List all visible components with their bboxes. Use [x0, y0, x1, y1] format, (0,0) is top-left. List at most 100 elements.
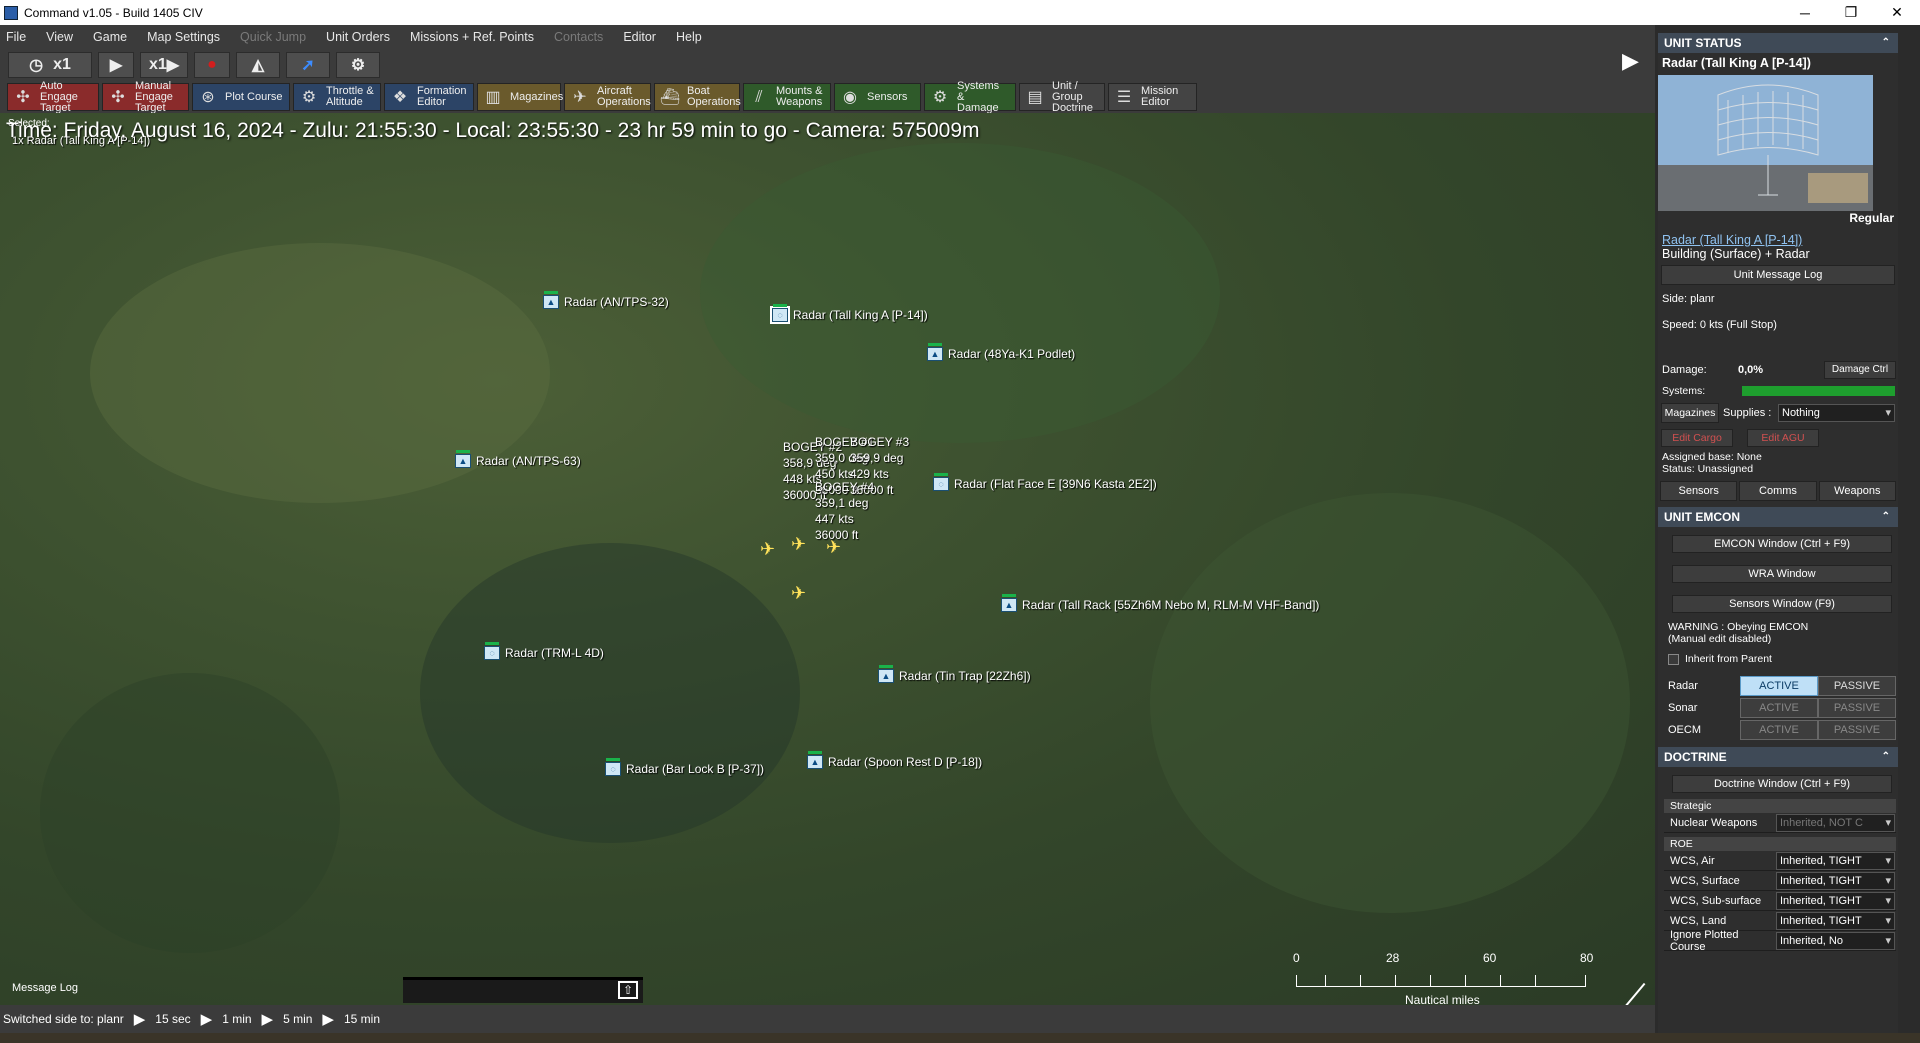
- sonar-active-button[interactable]: ACTIVE: [1740, 698, 1818, 718]
- oecm-active-button[interactable]: ACTIVE: [1740, 720, 1818, 740]
- sensors-icon: ◉: [843, 88, 857, 106]
- inherit-checkbox[interactable]: [1668, 653, 1679, 665]
- scale-tick-label: 0: [1293, 951, 1300, 965]
- damage-control-button[interactable]: Damage Ctrl: [1824, 361, 1896, 379]
- play-icon[interactable]: ▶: [201, 1010, 213, 1028]
- map-unit-flat-face[interactable]: ◌ Radar (Flat Face E [39N6 Kasta 2E2]): [933, 473, 1157, 491]
- menu-file[interactable]: File: [6, 30, 26, 44]
- radar-passive-button[interactable]: PASSIVE: [1818, 676, 1896, 696]
- map-unit-podlet[interactable]: ▲ Radar (48Ya-K1 Podlet): [927, 343, 1075, 361]
- unit-name-link[interactable]: Radar (Tall King A [P-14]): [1658, 233, 1898, 247]
- menu-unit-orders[interactable]: Unit Orders: [326, 30, 390, 44]
- record-button[interactable]: ●: [194, 52, 230, 78]
- terrain-patch: [420, 543, 800, 843]
- doctrine-select[interactable]: Inherited, TIGHT: [1776, 871, 1895, 890]
- supplies-select[interactable]: Nothing: [1778, 404, 1895, 422]
- time-step-15sec[interactable]: 15 sec: [155, 1012, 190, 1026]
- contact-aircraft-icon[interactable]: ✈: [760, 539, 775, 560]
- contact-aircraft-icon[interactable]: ✈: [791, 534, 806, 555]
- collapse-panel-icon[interactable]: ▶: [1622, 48, 1639, 74]
- map-view[interactable]: Time: Friday, August 16, 2024 - Zulu: 21…: [0, 113, 1655, 1005]
- settings-button[interactable]: ⚙: [336, 52, 380, 78]
- edit-cargo-button[interactable]: Edit Cargo: [1661, 429, 1733, 447]
- time-compression-button[interactable]: x1 ▶: [140, 52, 188, 78]
- unit-emcon-header[interactable]: UNIT EMCON ⌃: [1658, 507, 1898, 527]
- time-step-5min[interactable]: 5 min: [283, 1012, 312, 1026]
- unit-status-header[interactable]: UNIT STATUS ⌃: [1658, 33, 1898, 53]
- boat-button[interactable]: ⛴ Boat Operations: [654, 83, 741, 111]
- menu-help[interactable]: Help: [676, 30, 702, 44]
- aircraft-button[interactable]: ✈ Aircraft Operations: [564, 83, 651, 111]
- doctrine-button[interactable]: ▤ Unit / Group Doctrine: [1019, 80, 1105, 113]
- unit-message-log-button[interactable]: Unit Message Log: [1661, 265, 1895, 285]
- systems-label: Systems:: [1662, 385, 1706, 397]
- doctrine-select[interactable]: Inherited, No: [1776, 931, 1895, 950]
- window-title: Command v1.05 - Build 1405 CIV: [24, 5, 203, 20]
- maximize-button[interactable]: ❐: [1828, 0, 1874, 25]
- map-unit-tall-rack[interactable]: ▲ Radar (Tall Rack [55Zh6M Nebo M, RLM-M …: [1001, 594, 1319, 612]
- close-button[interactable]: ✕: [1874, 0, 1920, 25]
- throttle-button[interactable]: ⚙ Throttle & Altitude: [293, 83, 381, 111]
- doctrine-window-button[interactable]: Doctrine Window (Ctrl + F9): [1672, 775, 1892, 793]
- menu-missions-ref-points[interactable]: Missions + Ref. Points: [410, 30, 534, 44]
- doctrine-select[interactable]: Inherited, TIGHT: [1776, 891, 1895, 910]
- sensors-button[interactable]: ◉ Sensors: [834, 83, 921, 111]
- message-log-box[interactable]: [403, 977, 643, 1003]
- unit-side: Side: planr: [1662, 293, 1715, 305]
- tab-comms[interactable]: Comms: [1739, 481, 1817, 501]
- toolbar-button-label: Boat Operations: [687, 85, 741, 108]
- wra-window-button[interactable]: WRA Window: [1672, 565, 1892, 583]
- doctrine-header[interactable]: DOCTRINE ⌃: [1658, 747, 1898, 767]
- menu-game[interactable]: Game: [93, 30, 127, 44]
- mission-editor-button[interactable]: ☰ Mission Editor: [1108, 83, 1197, 111]
- radar-unit-icon: ◌: [484, 642, 500, 660]
- collapse-icon[interactable]: ⌃: [1882, 747, 1890, 767]
- road-view-button[interactable]: ◭: [236, 52, 280, 78]
- map-unit-an-tps-32[interactable]: ▲ Radar (AN/TPS-32): [543, 291, 669, 309]
- play-icon[interactable]: ▶: [134, 1010, 146, 1028]
- map-unit-an-tps-63[interactable]: ▲ Radar (AN/TPS-63): [455, 450, 581, 468]
- map-unit-tall-king[interactable]: ◌ Radar (Tall King A [P-14]): [770, 304, 928, 324]
- tab-weapons[interactable]: Weapons: [1818, 481, 1896, 501]
- oecm-passive-button[interactable]: PASSIVE: [1818, 720, 1896, 740]
- doctrine-select[interactable]: Inherited, TIGHT: [1776, 911, 1895, 930]
- unit-name: Radar (Tall King A [P-14]): [1662, 56, 1811, 70]
- collapse-icon[interactable]: ⌃: [1882, 507, 1890, 527]
- expand-log-icon[interactable]: ⇧: [618, 981, 638, 999]
- mounts-button[interactable]: ⫽ Mounts & Weapons: [743, 83, 831, 111]
- tab-sensors[interactable]: Sensors: [1660, 481, 1738, 501]
- time-step-1min[interactable]: 1 min: [222, 1012, 251, 1026]
- menu-editor[interactable]: Editor: [623, 30, 656, 44]
- plot-course-button[interactable]: ⊛ Plot Course: [192, 83, 290, 111]
- magazines-button[interactable]: Magazines: [1661, 403, 1719, 423]
- edit-agu-button[interactable]: Edit AGU: [1747, 429, 1819, 447]
- map-unit-tin-trap[interactable]: ▲ Radar (Tin Trap [22Zh6]): [878, 665, 1031, 683]
- manual-engage-button[interactable]: ✣ Manual Engage Target: [102, 80, 189, 113]
- map-unit-bar-lock[interactable]: ◌ Radar (Bar Lock B [P-37]): [605, 758, 764, 776]
- jump-button[interactable]: ➚: [286, 52, 330, 78]
- formation-button[interactable]: ❖ Formation Editor: [384, 83, 474, 111]
- throttle-icon: ⚙: [301, 88, 317, 106]
- doctrine-select[interactable]: Inherited, TIGHT: [1776, 851, 1895, 870]
- menu-map-settings[interactable]: Map Settings: [147, 30, 220, 44]
- play-button[interactable]: ▶: [98, 52, 134, 78]
- map-unit-spoon-rest[interactable]: ▲ Radar (Spoon Rest D [P-18]): [807, 751, 982, 769]
- radar-active-button[interactable]: ACTIVE: [1740, 676, 1818, 696]
- collapse-icon[interactable]: ⌃: [1882, 33, 1890, 53]
- sonar-passive-button[interactable]: PASSIVE: [1818, 698, 1896, 718]
- magazines-icon: ▥: [485, 88, 501, 106]
- play-icon[interactable]: ▶: [322, 1010, 334, 1028]
- play-icon[interactable]: ▶: [262, 1010, 274, 1028]
- time-step-15min[interactable]: 15 min: [344, 1012, 380, 1026]
- menu-view[interactable]: View: [46, 30, 73, 44]
- auto-engage-button[interactable]: ✣ Auto Engage Target: [7, 80, 99, 113]
- contact-aircraft-icon[interactable]: ✈: [791, 583, 806, 604]
- systems-button[interactable]: ⚙ Systems & Damage: [924, 80, 1016, 113]
- clock-speed-button[interactable]: ◷ x1: [8, 52, 92, 78]
- nuclear-weapons-select[interactable]: Inherited, NOT C: [1776, 813, 1895, 832]
- sensors-window-button[interactable]: Sensors Window (F9): [1672, 595, 1892, 613]
- map-unit-trm-l[interactable]: ◌ Radar (TRM-L 4D): [484, 642, 604, 660]
- emcon-window-button[interactable]: EMCON Window (Ctrl + F9): [1672, 535, 1892, 553]
- minimize-button[interactable]: ─: [1782, 0, 1828, 25]
- magazines-button[interactable]: ▥ Magazines: [477, 83, 563, 111]
